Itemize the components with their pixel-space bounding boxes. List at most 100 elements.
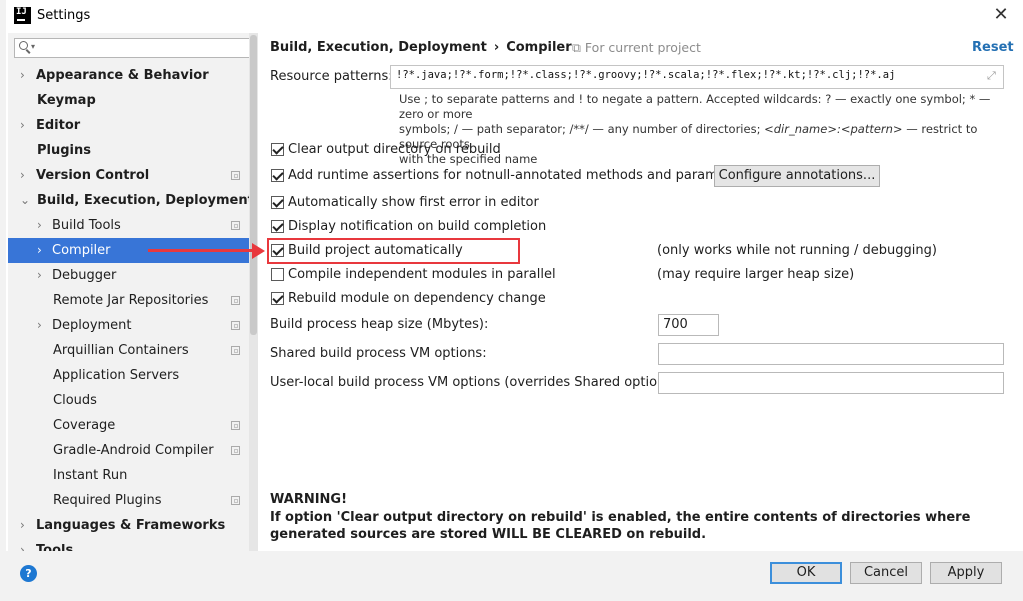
project-scope-icon <box>231 446 240 455</box>
tree-label: Compiler <box>52 243 111 258</box>
tree-label: Build, Execution, Deployment <box>37 193 254 208</box>
chevron-right-icon: › <box>20 118 25 132</box>
scrollbar-thumb[interactable] <box>250 35 257 335</box>
chevron-right-icon: › <box>37 218 42 232</box>
chevron-right-icon: › <box>20 68 25 82</box>
tree-item-languages-frameworks[interactable]: › Languages & Frameworks <box>8 513 258 538</box>
breadcrumb-separator: › <box>493 40 500 55</box>
parallel-compile-note: (may require larger heap size) <box>657 267 855 282</box>
chevron-right-icon: › <box>37 243 42 257</box>
expand-icon[interactable]: ⤢ <box>987 70 997 81</box>
tree-label: Version Control <box>36 168 150 183</box>
checkbox[interactable] <box>271 292 284 305</box>
window-title: Settings <box>37 8 91 23</box>
settings-search-input[interactable]: ▾ <box>14 38 252 58</box>
checkbox[interactable] <box>271 169 284 182</box>
tree-item-instant-run[interactable]: Instant Run <box>8 463 258 488</box>
resource-patterns-value: !?*.java;!?*.form;!?*.class;!?*.groovy;!… <box>396 69 896 81</box>
chevron-right-icon: › <box>20 518 25 532</box>
tree-item-deployment[interactable]: › Deployment <box>8 313 258 338</box>
project-scope-icon <box>231 321 240 330</box>
tree-label: Gradle-Android Compiler <box>53 443 214 458</box>
configure-annotations-button[interactable]: Configure annotations... <box>714 165 880 187</box>
tree-item-remote-jar-repositories[interactable]: Remote Jar Repositories <box>8 288 258 313</box>
heap-size-input[interactable]: 700 <box>658 314 719 336</box>
chevron-down-icon: ▾ <box>31 42 36 51</box>
checkbox[interactable] <box>271 196 284 209</box>
close-icon[interactable]: ✕ <box>990 4 1012 26</box>
user-vm-options-input[interactable] <box>658 372 1004 394</box>
tree-label: Remote Jar Repositories <box>53 293 209 308</box>
option-label: Automatically show first error in editor <box>288 195 539 210</box>
project-scope-icon <box>231 496 240 505</box>
help-line: Use ; to separate patterns and ! to nega… <box>399 92 991 121</box>
reset-link[interactable]: Reset <box>972 40 1014 55</box>
tree-item-appearance-behavior[interactable]: › Appearance & Behavior <box>8 63 258 88</box>
breadcrumb: Build, Execution, Deployment › Compiler <box>270 40 572 55</box>
tree-label: Deployment <box>52 318 132 333</box>
project-scope-icon <box>231 296 240 305</box>
tree-label: Clouds <box>53 393 97 408</box>
tree-item-clouds[interactable]: Clouds <box>8 388 258 413</box>
tree-label: Application Servers <box>53 368 180 383</box>
option-label: Display notification on build completion <box>288 219 547 234</box>
tree-item-build-tools[interactable]: › Build Tools <box>8 213 258 238</box>
intellij-app-icon: IJ <box>14 7 31 24</box>
ok-button[interactable]: OK <box>770 562 842 584</box>
project-scope-icon <box>231 421 240 430</box>
tree-item-arquillian-containers[interactable]: Arquillian Containers <box>8 338 258 363</box>
scope-label: For current project <box>584 40 701 55</box>
project-scope-icon <box>231 171 240 180</box>
help-text-italic: <dir_name>:<pattern> <box>764 122 903 136</box>
tree-item-version-control[interactable]: › Version Control <box>8 163 258 188</box>
breadcrumb-current: Compiler <box>506 40 572 55</box>
option-label: Clear output directory on rebuild <box>288 142 501 157</box>
tree-item-plugins[interactable]: Plugins <box>8 138 258 163</box>
annotation-highlight-box <box>267 238 520 264</box>
shared-vm-options-input[interactable] <box>658 343 1004 365</box>
option-label: Add runtime assertions for notnull-annot… <box>288 168 752 183</box>
tree-item-editor[interactable]: › Editor <box>8 113 258 138</box>
chevron-right-icon: › <box>37 318 42 332</box>
sidebar-scrollbar[interactable] <box>249 33 258 551</box>
resource-patterns-input[interactable]: !?*.java;!?*.form;!?*.class;!?*.groovy;!… <box>390 65 1004 89</box>
checkbox[interactable] <box>271 268 284 281</box>
user-vm-options-label: User-local build process VM options (ove… <box>270 375 682 390</box>
tree-label: Build Tools <box>52 218 121 233</box>
tree-label: Instant Run <box>53 468 128 483</box>
annotation-arrow-head <box>252 243 265 259</box>
checkbox[interactable] <box>271 143 284 156</box>
tree-item-required-plugins[interactable]: Required Plugins <box>8 488 258 513</box>
tree-label: Editor <box>36 118 81 133</box>
help-text: symbols; / — path separator; /**/ — any … <box>399 122 765 136</box>
tree-item-gradle-android-compiler[interactable]: Gradle-Android Compiler <box>8 438 258 463</box>
tree-item-keymap[interactable]: Keymap <box>8 88 258 113</box>
help-button[interactable]: ? <box>20 565 37 582</box>
cancel-button[interactable]: Cancel <box>850 562 922 584</box>
resource-patterns-label: Resource patterns: <box>270 69 393 84</box>
tree-label: Languages & Frameworks <box>36 518 226 533</box>
apply-button[interactable]: Apply <box>930 562 1002 584</box>
tree-label: Appearance & Behavior <box>36 68 209 83</box>
tree-label: Debugger <box>52 268 117 283</box>
warning-title: WARNING! <box>270 492 348 507</box>
annotation-arrow <box>148 249 256 252</box>
option-label: Rebuild module on dependency change <box>288 291 546 306</box>
tree-label: Required Plugins <box>53 493 162 508</box>
project-scope-icon: ⧉ <box>572 40 581 55</box>
warning-text: If option 'Clear output directory on reb… <box>270 510 971 542</box>
tree-item-coverage[interactable]: Coverage <box>8 413 258 438</box>
tree-item-tools[interactable]: › Tools <box>8 538 258 551</box>
tree-item-application-servers[interactable]: Application Servers <box>8 363 258 388</box>
chevron-right-icon: › <box>37 268 42 282</box>
breadcrumb-parent: Build, Execution, Deployment <box>270 40 487 55</box>
tree-label: Tools <box>36 543 74 551</box>
tree-label: Plugins <box>37 143 91 158</box>
tree-label: Arquillian Containers <box>53 343 189 358</box>
project-scope-icon <box>231 221 240 230</box>
tree-item-build-execution-deployment[interactable]: ⌄ Build, Execution, Deployment <box>8 188 258 213</box>
heap-size-label: Build process heap size (Mbytes): <box>270 317 489 332</box>
tree-item-debugger[interactable]: › Debugger <box>8 263 258 288</box>
chevron-right-icon: › <box>20 543 25 551</box>
checkbox[interactable] <box>271 220 284 233</box>
